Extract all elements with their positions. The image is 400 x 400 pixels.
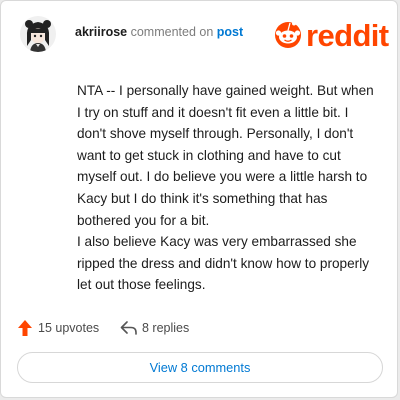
- comment-card: akriirose commented on post reddit NTA -…: [0, 0, 398, 398]
- byline-action: commented on: [130, 25, 214, 39]
- post-link[interactable]: post: [217, 25, 243, 39]
- reply-count[interactable]: 8 replies: [142, 321, 189, 335]
- comment-header: akriirose commented on post reddit: [15, 13, 389, 53]
- user-avatar-icon[interactable]: [20, 16, 56, 52]
- username-link[interactable]: akriirose: [75, 25, 127, 39]
- view-comments-button[interactable]: View 8 comments: [17, 352, 383, 383]
- comment-byline: akriirose commented on post: [75, 25, 243, 39]
- reddit-logo[interactable]: reddit: [273, 16, 389, 53]
- upvote-arrow-icon[interactable]: [17, 319, 33, 337]
- comment-actions: 15 upvotes 8 replies: [17, 317, 381, 339]
- reply-arrow-icon[interactable]: [120, 320, 138, 336]
- comment-body: NTA -- I personally have gained weight. …: [77, 83, 374, 293]
- reddit-snoo-icon: [275, 21, 301, 48]
- upvote-count: 15 upvotes: [38, 321, 100, 335]
- reddit-wordmark: reddit: [306, 18, 389, 53]
